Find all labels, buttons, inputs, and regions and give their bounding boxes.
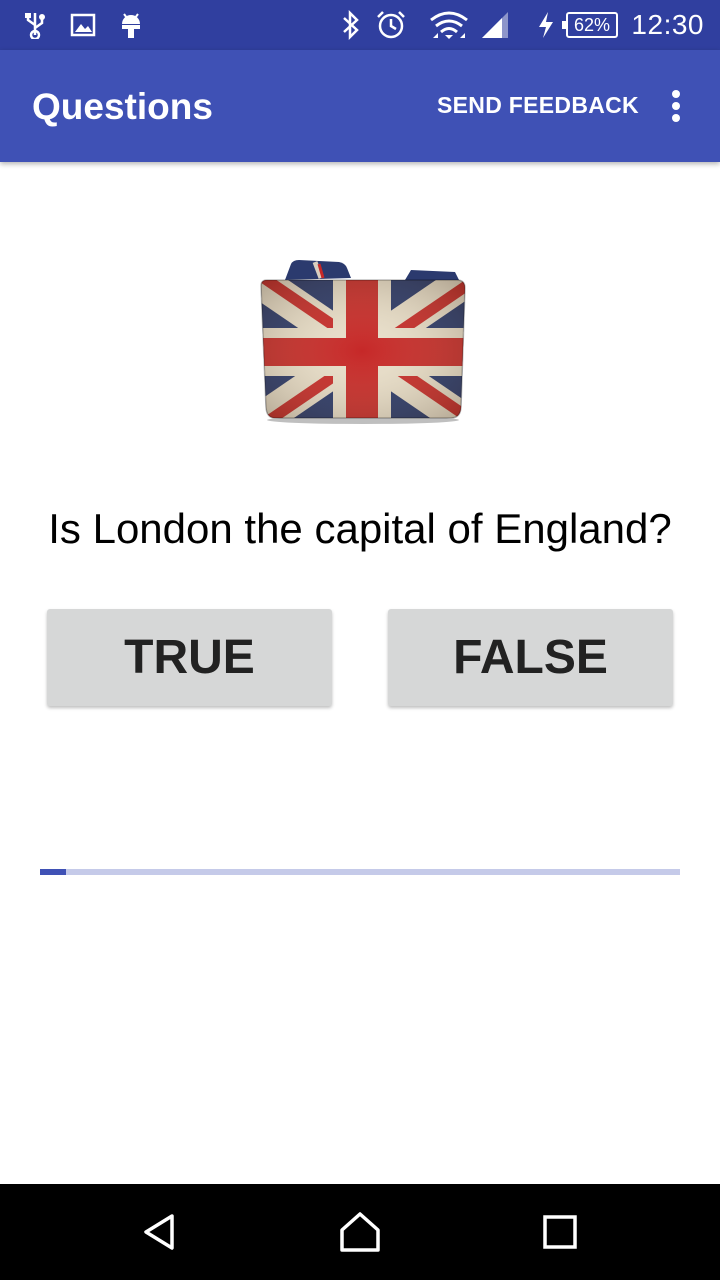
usb-icon xyxy=(20,10,50,40)
true-button[interactable]: TRUE xyxy=(47,609,332,706)
status-bar: 62% 12:30 xyxy=(0,0,720,50)
question-text: Is London the capital of England? xyxy=(48,505,672,552)
battery-indicator: 62% xyxy=(562,12,618,38)
union-jack-folder-icon xyxy=(255,258,469,424)
app-bar: Questions SEND FEEDBACK xyxy=(0,50,720,162)
charging-icon xyxy=(536,10,556,40)
bluetooth-icon xyxy=(336,10,366,40)
send-feedback-button[interactable]: SEND FEEDBACK xyxy=(437,92,639,119)
progress-bar xyxy=(40,869,680,875)
home-icon[interactable] xyxy=(338,1210,382,1254)
false-button[interactable]: FALSE xyxy=(388,609,673,706)
wifi-icon xyxy=(428,10,470,40)
clock: 12:30 xyxy=(631,9,704,40)
android-icon xyxy=(116,10,146,40)
alarm-icon xyxy=(376,10,406,40)
back-icon[interactable] xyxy=(138,1210,182,1254)
recents-icon[interactable] xyxy=(538,1210,582,1254)
signal-icon xyxy=(480,10,510,40)
image-icon xyxy=(68,10,98,40)
progress-fill xyxy=(40,869,66,875)
more-vert-icon[interactable] xyxy=(660,86,692,126)
navigation-bar xyxy=(0,1184,720,1280)
page-title: Questions xyxy=(32,86,213,127)
